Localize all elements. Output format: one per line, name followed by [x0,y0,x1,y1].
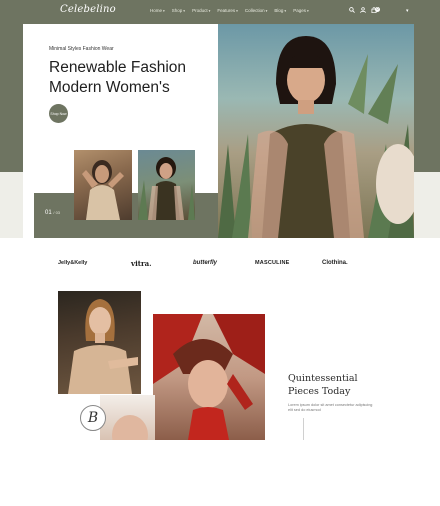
nav-item-label: Blog [274,8,284,13]
nav-item-label: Home [150,8,163,13]
chevron-down-icon: ▾ [284,9,287,13]
slide-total: / 03 [53,210,61,215]
chevron-down-icon: ▾ [183,9,186,13]
site-header: Celebelino Home▾ Shop▾ Product▾ Features… [0,0,440,24]
chevron-down-icon: ▾ [306,9,309,13]
slide-thumbnail[interactable] [138,150,195,220]
brand-logo[interactable]: Jelly&Kelly [58,260,87,266]
brand-stamp: B [80,405,106,431]
nav-item-pages[interactable]: Pages▾ [293,8,309,13]
chevron-down-icon: ▾ [208,9,211,13]
slide-counter: 01 / 03 [45,210,60,216]
nav-item-home[interactable]: Home▾ [150,8,165,13]
site-logo[interactable]: Celebelino [60,4,116,15]
nav-item-label: Pages [293,8,306,13]
nav-item-label: Features [217,8,236,13]
hero-title: Renewable Fashion Modern Women's [49,58,219,98]
section-text: Lorem ipsum dolor sit amet consectetur a… [288,403,373,412]
hero-title-line: Renewable Fashion [49,59,187,76]
brand-logo[interactable]: butterfly [193,260,217,266]
slide-thumbnail[interactable] [74,150,132,220]
section-title: Quintessential Pieces Today [288,372,398,398]
lookbook-image [153,314,265,440]
chevron-down-icon: ▾ [163,9,165,13]
main-nav: Home▾ Shop▾ Product▾ Features▾ Collectio… [150,8,309,13]
shop-now-button[interactable]: Shop Now [49,104,68,123]
hero-image [218,24,414,238]
nav-item-label: Product [192,8,208,13]
hero-side-panel [0,172,23,238]
brand-logo[interactable]: Clothina. [322,260,348,266]
divider [303,418,304,440]
cart-count-badge: 0 [375,7,380,12]
brand-logo[interactable]: vitra. [131,259,152,268]
nav-item-collection[interactable]: Collection▾ [245,8,268,13]
nav-item-product[interactable]: Product▾ [192,8,210,13]
nav-item-features[interactable]: Features▾ [217,8,238,13]
nav-item-label: Shop [171,8,183,13]
chevron-down-icon[interactable]: ▾ [406,8,409,14]
section-title-line: Quintessential [288,373,358,384]
brand-strip: Jelly&Kelly vitra. butterfly MASCULINE C… [0,255,440,275]
chevron-down-icon: ▾ [265,9,268,13]
header-actions [349,7,377,15]
hero-side-panel [414,172,440,238]
hero-subtitle: Minimal Styles Fashion Wear [49,46,114,52]
nav-item-label: Collection [244,8,265,13]
chevron-down-icon: ▾ [236,9,238,13]
slide-current: 01 [45,210,52,216]
user-icon[interactable] [360,7,366,15]
hero-title-line: Modern Women's [49,79,170,96]
search-icon[interactable] [349,7,355,15]
lookbook-image [58,291,141,394]
brand-logo[interactable]: MASCULINE [255,260,290,266]
lookbook-image [100,395,155,440]
nav-item-blog[interactable]: Blog▾ [274,8,286,13]
section-title-line: Pieces Today [288,386,351,397]
nav-item-shop[interactable]: Shop▾ [172,8,185,13]
